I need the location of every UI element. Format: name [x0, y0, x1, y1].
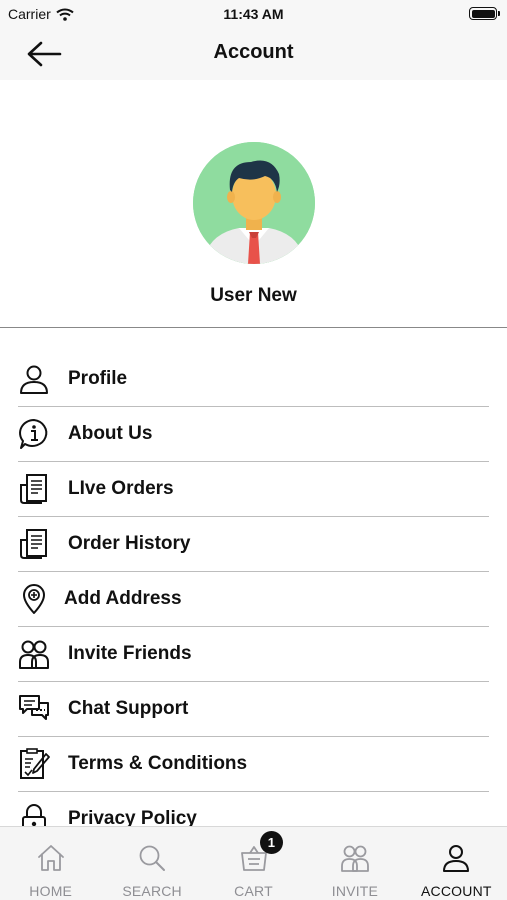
- tab-label: HOME: [29, 883, 73, 899]
- tab-label: ACCOUNT: [421, 883, 492, 899]
- menu-item-add-address[interactable]: Add Address: [18, 572, 489, 627]
- status-bar: Carrier 11:43 AM: [0, 0, 507, 28]
- chat-icon: [18, 693, 68, 725]
- menu-item-label: Order History: [68, 533, 191, 554]
- tab-account[interactable]: ACCOUNT: [406, 827, 507, 900]
- arrow-left-icon: [27, 41, 62, 67]
- info-bubble-icon: [18, 418, 68, 450]
- menu-item-label: Privacy Policy: [68, 808, 197, 828]
- person-icon: [18, 363, 68, 395]
- receipt-icon: [18, 473, 68, 505]
- back-button[interactable]: [22, 36, 66, 72]
- group-icon: [340, 843, 370, 873]
- menu-item-label: LIve Orders: [68, 478, 174, 499]
- menu-item-label: Add Address: [64, 588, 182, 609]
- menu-item-label: Chat Support: [68, 698, 189, 719]
- menu-item-invite-friends[interactable]: Invite Friends: [18, 627, 489, 682]
- cart-count-badge: 1: [259, 831, 283, 854]
- tab-label: SEARCH: [122, 883, 182, 899]
- battery-icon: [469, 7, 500, 20]
- menu-item-profile[interactable]: Profile: [18, 352, 489, 407]
- tab-bar: HOME SEARCH 1 CART INVITE ACCOUNT: [0, 826, 507, 900]
- menu-item-terms-conditions[interactable]: Terms & Conditions: [18, 737, 489, 792]
- header-divider: [0, 327, 507, 328]
- user-avatar-illustration: [193, 142, 315, 264]
- avatar: [193, 142, 315, 264]
- menu-item-label: Invite Friends: [68, 643, 192, 664]
- group-icon: [18, 638, 68, 670]
- menu-item-order-history[interactable]: Order History: [18, 517, 489, 572]
- menu-item-label: Terms & Conditions: [68, 753, 248, 774]
- menu-item-about-us[interactable]: About Us: [18, 407, 489, 462]
- navigation-bar: Account: [0, 28, 507, 80]
- user-name: User New: [210, 285, 297, 306]
- menu-item-live-orders[interactable]: LIve Orders: [18, 462, 489, 517]
- person-icon: [441, 843, 471, 873]
- tab-cart[interactable]: 1 CART: [203, 827, 304, 900]
- menu-item-label: About Us: [68, 423, 153, 444]
- document-edit-icon: [18, 748, 68, 780]
- tab-label: INVITE: [331, 883, 379, 899]
- tab-search[interactable]: SEARCH: [101, 827, 202, 900]
- lock-icon: [18, 803, 68, 828]
- tab-label: CART: [234, 883, 273, 899]
- receipt-icon: [18, 528, 68, 560]
- menu-item-privacy-policy[interactable]: Privacy Policy: [18, 792, 489, 828]
- menu-item-chat-support[interactable]: Chat Support: [18, 682, 489, 737]
- tab-home[interactable]: HOME: [0, 827, 101, 900]
- search-icon: [137, 843, 167, 873]
- location-pin-icon: [18, 583, 64, 615]
- page-title: Account: [213, 41, 294, 63]
- home-icon: [36, 843, 66, 873]
- menu-item-label: Profile: [68, 368, 128, 389]
- tab-invite[interactable]: INVITE: [304, 827, 405, 900]
- account-menu: Profile About Us LIve Orders Order Histo…: [18, 352, 489, 828]
- status-time: 11:43 AM: [223, 6, 284, 22]
